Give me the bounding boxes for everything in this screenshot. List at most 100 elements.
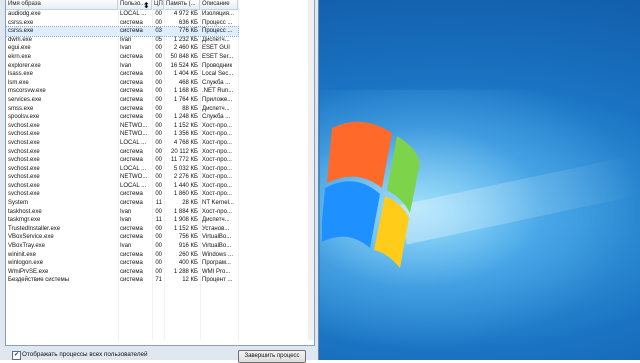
process-row[interactable]: wininit.exe система 00 260 КБ Windows ... (6, 251, 238, 260)
process-user: система (120, 268, 143, 275)
column-header-image-name[interactable]: Имя образа (6, 0, 118, 9)
process-row[interactable]: winlogon.exe система 00 400 КБ Програм... (6, 259, 238, 268)
column-header-memory[interactable]: Память (... (164, 0, 200, 9)
process-cpu: 05 (155, 36, 162, 43)
process-user: LOCAL ... (120, 182, 147, 189)
process-memory: 2 276 КБ (173, 174, 198, 181)
process-memory: 5 032 КБ (173, 165, 198, 172)
process-row[interactable]: spoolsv.exe система 00 1 248 КБ Служба ... (6, 113, 238, 122)
process-description: Хост-про... (202, 165, 232, 172)
process-row[interactable]: dwm.exe Ivan 05 1 232 КБ Диспетч... (6, 36, 238, 45)
process-cpu: 00 (155, 71, 162, 78)
process-row[interactable]: svchost.exe NETWO... 00 1 152 КБ Хост-про... (6, 122, 238, 131)
process-row[interactable]: svchost.exe LOCAL ... 00 4 768 КБ Хост-про..… (6, 139, 238, 148)
process-row[interactable]: ekrn.exe система 00 50 848 КБ ESET Ser... (6, 53, 238, 62)
process-row[interactable]: lsm.exe система 00 468 КБ Служба ... (6, 79, 238, 88)
process-description: Процесс ... (202, 19, 233, 26)
process-user: система (120, 260, 143, 267)
process-row[interactable]: taskhost.exe Ivan 00 1 884 КБ Хост-про... (6, 208, 238, 217)
process-user: система (120, 28, 143, 35)
process-cpu: 71 (155, 277, 162, 284)
process-memory: 468 КБ (178, 79, 198, 86)
process-description: Служба ... (202, 114, 231, 121)
process-cpu: 00 (155, 11, 162, 17)
process-description: Хост-про... (202, 174, 232, 181)
process-name: VBoxService.exe (8, 234, 54, 241)
process-row[interactable]: svchost.exe система 00 11 772 КБ Хост-про... (6, 156, 238, 165)
column-header-description[interactable]: Описание (200, 0, 238, 9)
process-row[interactable]: audiodg.exe LOCAL ... 00 4 972 КБ Изоляция..… (6, 10, 238, 19)
process-user: Ivan (120, 62, 132, 69)
process-row[interactable]: WmiPrvSE.exe система 00 1 288 КБ WMI Pro... (6, 268, 238, 277)
process-row[interactable]: services.exe система 00 1 764 КБ Приложе... (6, 96, 238, 105)
task-manager-window: Имя образа Пользо... ЦП Память (... Опис… (0, 0, 319, 363)
process-user: система (120, 79, 143, 86)
process-cpu: 00 (155, 131, 162, 138)
process-user: LOCAL ... (120, 165, 147, 172)
process-row[interactable]: svchost.exe NETWO... 00 2 276 КБ Хост-про... (6, 173, 238, 182)
process-description: ESET GUI (202, 45, 230, 52)
process-description: Хост-про... (202, 131, 232, 138)
process-row[interactable]: explorer.exe Ivan 00 16 524 КБ Проводник (6, 62, 238, 71)
process-cpu: 00 (155, 157, 162, 164)
process-name: svchost.exe (8, 139, 40, 146)
process-description: Установ... (202, 225, 230, 232)
process-description: Служба ... (202, 79, 231, 86)
process-cpu: 00 (155, 105, 162, 112)
process-user: система (120, 71, 143, 78)
process-name: winlogon.exe (8, 260, 44, 267)
process-name: svchost.exe (8, 157, 40, 164)
process-row[interactable]: svchost.exe LOCAL ... 00 1 440 КБ Хост-про..… (6, 182, 238, 191)
process-user: система (120, 225, 143, 232)
process-memory: 50 848 КБ (170, 53, 198, 60)
process-description: ESET Ser... (202, 53, 234, 60)
process-description: Процент ... (202, 277, 233, 284)
process-name: svchost.exe (8, 182, 40, 189)
process-name: services.exe (8, 96, 42, 103)
process-description: Диспетч... (202, 217, 230, 224)
process-user: система (120, 234, 143, 241)
process-row[interactable]: lsass.exe система 00 1 404 КБ Local Sec... (6, 70, 238, 79)
process-description: .NET Run... (202, 88, 234, 95)
process-row[interactable]: csrss.exe система 00 636 КБ Процесс ... (6, 19, 238, 28)
process-memory: 1 764 КБ (173, 96, 198, 103)
process-row[interactable]: smss.exe система 00 88 КБ Диспетч... (6, 105, 238, 114)
process-user: система (120, 200, 143, 207)
process-name: svchost.exe (8, 131, 40, 138)
process-name: System (8, 200, 29, 207)
process-row[interactable]: TrustedInstaller.exe система 00 1 152 КБ Уст… (6, 225, 238, 234)
process-cpu: 00 (155, 260, 162, 267)
process-description: VirtualBo... (202, 243, 232, 250)
process-cpu: 00 (155, 96, 162, 103)
process-row[interactable]: System система 11 28 КБ NT Kernel... (6, 199, 238, 208)
process-memory: 1 152 КБ (173, 225, 198, 232)
process-row[interactable]: mscorsvw.exe система 00 1 168 КБ .NET Run... (6, 87, 238, 96)
vertical-scrollbar[interactable] (308, 0, 314, 340)
process-cpu: 00 (155, 122, 162, 129)
process-row[interactable]: svchost.exe LOCAL ... 00 5 032 КБ Хост-про..… (6, 165, 238, 174)
end-process-button[interactable]: Завершить процесс (238, 350, 306, 363)
process-user: LOCAL ... (120, 11, 147, 17)
process-row[interactable]: VBoxTray.exe Ivan 00 916 КБ VirtualBo... (6, 242, 238, 251)
process-row[interactable]: csrss.exe система 03 776 КБ Процесс ... (5, 26, 239, 37)
process-row[interactable]: svchost.exe система 00 20 112 КБ Хост-про... (6, 148, 238, 157)
process-cpu: 00 (155, 243, 162, 250)
process-cpu: 00 (155, 62, 162, 69)
process-memory: 2 460 КБ (173, 45, 198, 52)
process-description: Процесс ... (202, 28, 233, 35)
process-memory: 1 152 КБ (173, 122, 198, 129)
process-row[interactable]: Бездействие системы система 71 12 КБ Процент… (6, 276, 238, 285)
process-memory: 4 972 КБ (173, 11, 198, 17)
process-name: VBoxTray.exe (8, 243, 46, 250)
process-row[interactable]: egui.exe Ivan 00 2 460 КБ ESET GUI (6, 44, 238, 53)
column-header-cpu[interactable]: ЦП (152, 0, 164, 9)
show-all-processes-checkbox[interactable]: ✔ (12, 351, 21, 360)
process-user: Ivan (120, 217, 132, 224)
process-memory: 16 524 КБ (170, 62, 198, 69)
process-user: система (120, 105, 143, 112)
process-user: система (120, 251, 143, 258)
process-row[interactable]: svchost.exe система 00 1 860 КБ Хост-про... (6, 190, 238, 199)
process-row[interactable]: VBoxService.exe система 00 756 КБ VirtualBo.… (6, 233, 238, 242)
process-row[interactable]: taskmgr.exe Ivan 11 1 908 КБ Диспетч... (6, 216, 238, 225)
process-row[interactable]: svchost.exe NETWO... 00 1 356 КБ Хост-про... (6, 130, 238, 139)
